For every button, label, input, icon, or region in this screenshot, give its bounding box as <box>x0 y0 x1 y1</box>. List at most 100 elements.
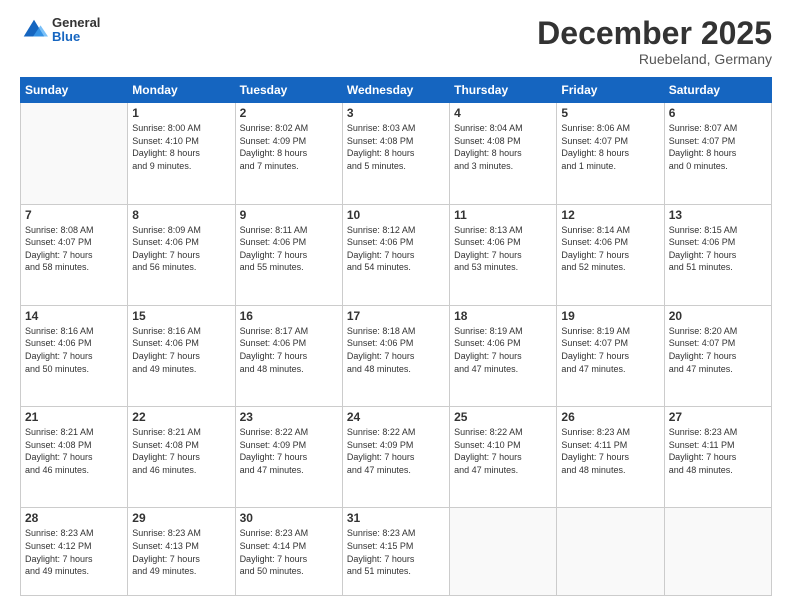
title-block: December 2025 Ruebeland, Germany <box>537 16 772 67</box>
logo-text: General Blue <box>52 16 100 45</box>
table-row: 22Sunrise: 8:21 AM Sunset: 4:08 PM Dayli… <box>128 407 235 508</box>
table-row: 5Sunrise: 8:06 AM Sunset: 4:07 PM Daylig… <box>557 103 664 204</box>
table-row: 12 Sunrise: 8:14 AM Sunset: 4:06 PM Dayli… <box>557 204 664 305</box>
day-info: Sunrise: 8:13 AM Sunset: 4:06 PM Dayligh… <box>454 224 552 274</box>
day-number: 14 <box>25 309 123 323</box>
location: Ruebeland, Germany <box>537 51 772 67</box>
day-info: Sunrise: 8:19 AM Sunset: 4:07 PM Dayligh… <box>561 325 659 375</box>
logo-general: General <box>52 16 100 30</box>
col-friday: Friday <box>557 78 664 103</box>
day-info: Sunrise: 8:22 AM Sunset: 4:09 PM Dayligh… <box>240 426 338 476</box>
day-number: 15 <box>132 309 230 323</box>
table-row: 26 Sunrise: 8:23 AM Sunset: 4:11 PM Dayli… <box>557 407 664 508</box>
day-info: Sunrise: 8:15 AM Sunset: 4:06 PM Dayligh… <box>669 224 767 274</box>
table-row: 9 Sunrise: 8:11 AM Sunset: 4:06 PM Daylig… <box>235 204 342 305</box>
day-number: 1 <box>132 106 230 120</box>
table-row: 27Sunrise: 8:23 AM Sunset: 4:11 PM Dayli… <box>664 407 771 508</box>
day-number: 24 <box>347 410 445 424</box>
day-number: 2 <box>240 106 338 120</box>
table-row: 14 Sunrise: 8:16 AM Sunset: 4:06 PM Dayli… <box>21 305 128 406</box>
col-sunday: Sunday <box>21 78 128 103</box>
table-row <box>21 103 128 204</box>
day-info: Sunrise: 8:23 AM Sunset: 4:12 PM Dayligh… <box>25 527 123 577</box>
logo-blue: Blue <box>52 30 100 44</box>
day-number: 20 <box>669 309 767 323</box>
table-row: 20 Sunrise: 8:20 AM Sunset: 4:07 PM Dayli… <box>664 305 771 406</box>
calendar-table: Sunday Monday Tuesday Wednesday Thursday… <box>20 77 772 596</box>
table-row <box>664 508 771 596</box>
day-info: Sunrise: 8:11 AM Sunset: 4:06 PM Dayligh… <box>240 224 338 274</box>
day-info: Sunrise: 8:22 AM Sunset: 4:10 PM Dayligh… <box>454 426 552 476</box>
table-row: 16Sunrise: 8:17 AM Sunset: 4:06 PM Dayli… <box>235 305 342 406</box>
day-number: 18 <box>454 309 552 323</box>
day-info: Sunrise: 8:12 AM Sunset: 4:06 PM Dayligh… <box>347 224 445 274</box>
day-number: 27 <box>669 410 767 424</box>
day-number: 30 <box>240 511 338 525</box>
table-row: 15 Sunrise: 8:16 AM Sunset: 4:06 PM Dayli… <box>128 305 235 406</box>
table-row: 13Sunrise: 8:15 AM Sunset: 4:06 PM Dayli… <box>664 204 771 305</box>
col-wednesday: Wednesday <box>342 78 449 103</box>
day-info: Sunrise: 8:04 AM Sunset: 4:08 PM Dayligh… <box>454 122 552 172</box>
logo-icon <box>20 16 48 44</box>
page: General Blue December 2025 Ruebeland, Ge… <box>0 0 792 612</box>
day-number: 28 <box>25 511 123 525</box>
day-info: Sunrise: 8:23 AM Sunset: 4:13 PM Dayligh… <box>132 527 230 577</box>
day-info: Sunrise: 8:09 AM Sunset: 4:06 PM Dayligh… <box>132 224 230 274</box>
table-row: 4Sunrise: 8:04 AM Sunset: 4:08 PM Daylig… <box>450 103 557 204</box>
day-number: 7 <box>25 208 123 222</box>
day-info: Sunrise: 8:20 AM Sunset: 4:07 PM Dayligh… <box>669 325 767 375</box>
day-info: Sunrise: 8:02 AM Sunset: 4:09 PM Dayligh… <box>240 122 338 172</box>
table-row: 30Sunrise: 8:23 AM Sunset: 4:14 PM Dayli… <box>235 508 342 596</box>
day-info: Sunrise: 8:16 AM Sunset: 4:06 PM Dayligh… <box>25 325 123 375</box>
day-info: Sunrise: 8:23 AM Sunset: 4:15 PM Dayligh… <box>347 527 445 577</box>
table-row <box>450 508 557 596</box>
day-info: Sunrise: 8:03 AM Sunset: 4:08 PM Dayligh… <box>347 122 445 172</box>
table-row: 24 Sunrise: 8:22 AM Sunset: 4:09 PM Dayli… <box>342 407 449 508</box>
day-number: 26 <box>561 410 659 424</box>
table-row: 8 Sunrise: 8:09 AM Sunset: 4:06 PM Daylig… <box>128 204 235 305</box>
day-number: 5 <box>561 106 659 120</box>
day-number: 12 <box>561 208 659 222</box>
day-number: 8 <box>132 208 230 222</box>
day-number: 10 <box>347 208 445 222</box>
table-row: 2 Sunrise: 8:02 AM Sunset: 4:09 PM Daylig… <box>235 103 342 204</box>
col-saturday: Saturday <box>664 78 771 103</box>
table-row: 7Sunrise: 8:08 AM Sunset: 4:07 PM Daylig… <box>21 204 128 305</box>
day-number: 31 <box>347 511 445 525</box>
day-info: Sunrise: 8:23 AM Sunset: 4:11 PM Dayligh… <box>561 426 659 476</box>
table-row: 25 Sunrise: 8:22 AM Sunset: 4:10 PM Dayli… <box>450 407 557 508</box>
day-info: Sunrise: 8:18 AM Sunset: 4:06 PM Dayligh… <box>347 325 445 375</box>
day-info: Sunrise: 8:14 AM Sunset: 4:06 PM Dayligh… <box>561 224 659 274</box>
table-row: 3 Sunrise: 8:03 AM Sunset: 4:08 PM Daylig… <box>342 103 449 204</box>
day-number: 29 <box>132 511 230 525</box>
day-number: 3 <box>347 106 445 120</box>
day-number: 16 <box>240 309 338 323</box>
table-row: 23 Sunrise: 8:22 AM Sunset: 4:09 PM Dayli… <box>235 407 342 508</box>
day-info: Sunrise: 8:22 AM Sunset: 4:09 PM Dayligh… <box>347 426 445 476</box>
logo: General Blue <box>20 16 100 45</box>
day-info: Sunrise: 8:07 AM Sunset: 4:07 PM Dayligh… <box>669 122 767 172</box>
table-row: 31 Sunrise: 8:23 AM Sunset: 4:15 PM Dayli… <box>342 508 449 596</box>
header: General Blue December 2025 Ruebeland, Ge… <box>20 16 772 67</box>
table-row: 18 Sunrise: 8:19 AM Sunset: 4:06 PM Dayli… <box>450 305 557 406</box>
table-row: 11Sunrise: 8:13 AM Sunset: 4:06 PM Dayli… <box>450 204 557 305</box>
col-thursday: Thursday <box>450 78 557 103</box>
day-number: 9 <box>240 208 338 222</box>
table-row: 17Sunrise: 8:18 AM Sunset: 4:06 PM Dayli… <box>342 305 449 406</box>
day-number: 25 <box>454 410 552 424</box>
day-info: Sunrise: 8:16 AM Sunset: 4:06 PM Dayligh… <box>132 325 230 375</box>
table-row: 10 Sunrise: 8:12 AM Sunset: 4:06 PM Dayli… <box>342 204 449 305</box>
table-row: 29 Sunrise: 8:23 AM Sunset: 4:13 PM Dayli… <box>128 508 235 596</box>
calendar-header-row: Sunday Monday Tuesday Wednesday Thursday… <box>21 78 772 103</box>
day-info: Sunrise: 8:21 AM Sunset: 4:08 PM Dayligh… <box>132 426 230 476</box>
day-number: 21 <box>25 410 123 424</box>
day-number: 19 <box>561 309 659 323</box>
day-info: Sunrise: 8:00 AM Sunset: 4:10 PM Dayligh… <box>132 122 230 172</box>
day-info: Sunrise: 8:19 AM Sunset: 4:06 PM Dayligh… <box>454 325 552 375</box>
table-row <box>557 508 664 596</box>
day-number: 6 <box>669 106 767 120</box>
table-row: 21Sunrise: 8:21 AM Sunset: 4:08 PM Dayli… <box>21 407 128 508</box>
day-number: 23 <box>240 410 338 424</box>
table-row: 1 Sunrise: 8:00 AM Sunset: 4:10 PM Daylig… <box>128 103 235 204</box>
table-row: 19 Sunrise: 8:19 AM Sunset: 4:07 PM Dayli… <box>557 305 664 406</box>
